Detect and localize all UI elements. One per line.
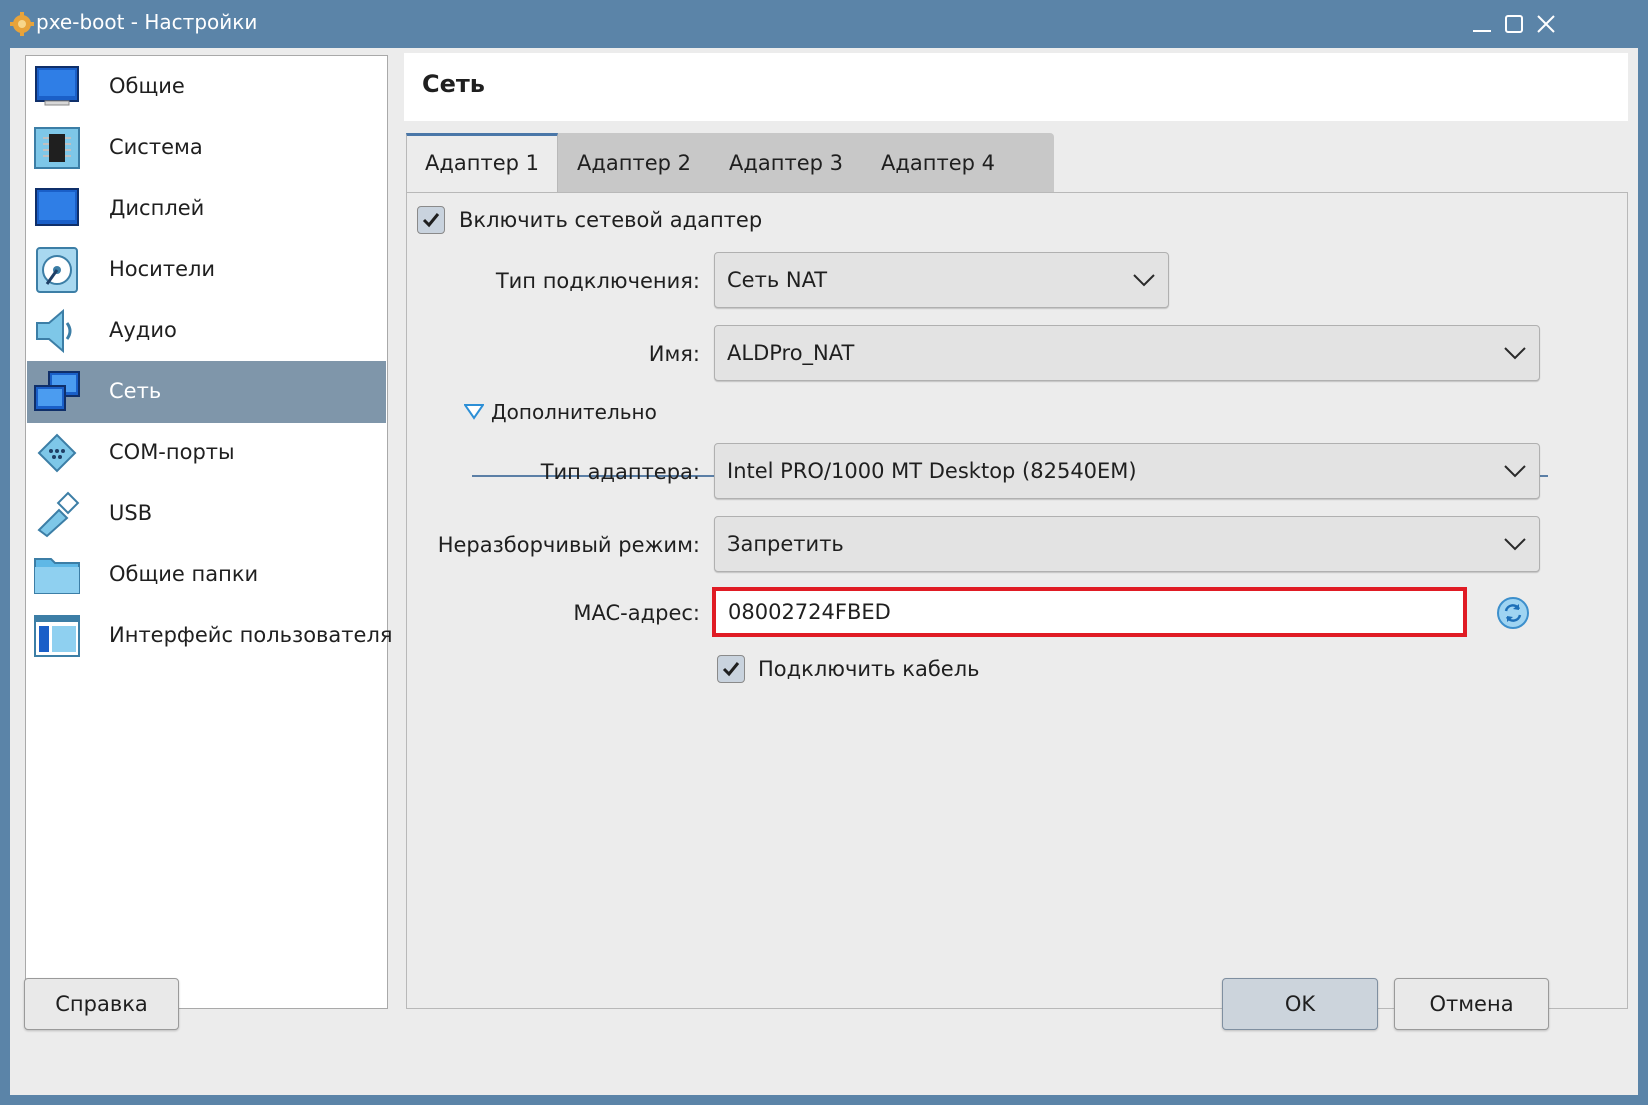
adapter-type-value: Intel PRO/1000 MT Desktop (82540EM) <box>727 459 1137 483</box>
cable-connected-label[interactable]: Подключить кабель <box>758 657 980 681</box>
page-title: Сеть <box>422 70 485 98</box>
tab-label: Адаптер 3 <box>728 151 843 175</box>
tab-adapter-3[interactable]: Адаптер 3 <box>710 133 862 193</box>
shared-folder-icon <box>34 558 80 594</box>
refresh-mac-icon[interactable] <box>1496 596 1530 630</box>
gear-icon <box>10 12 34 36</box>
close-icon[interactable] <box>1534 12 1558 36</box>
user-interface-icon <box>34 615 80 657</box>
tab-label: Адаптер 1 <box>424 151 539 175</box>
window-title: pxe-boot - Настройки <box>36 10 258 34</box>
name-label: Имя: <box>648 342 700 366</box>
enable-adapter-checkbox[interactable] <box>417 206 445 234</box>
sidebar-item-label: USB <box>109 501 153 525</box>
sidebar-item-shared-folders[interactable]: Общие папки <box>27 544 386 606</box>
sidebar-item-label: Дисплей <box>109 196 205 220</box>
chevron-down-icon <box>1504 538 1526 551</box>
adapter-type-label: Тип адаптера: <box>540 460 700 484</box>
sidebar-item-usb[interactable]: USB <box>27 483 386 545</box>
advanced-section-label[interactable]: Дополнительно <box>491 400 657 424</box>
sidebar-item-label: Носители <box>109 257 216 281</box>
name-value: ALDPro_NAT <box>727 341 855 365</box>
checkmark-icon <box>422 213 440 228</box>
tab-label: Адаптер 4 <box>880 151 995 175</box>
dialog-client: Общие Система Дисплей Носители Аудио Сет… <box>10 48 1638 1095</box>
page-header: Сеть <box>404 53 1628 121</box>
sidebar-item-serial-ports[interactable]: COM-порты <box>27 422 386 484</box>
promiscuous-mode-combo[interactable]: Запретить <box>714 516 1540 572</box>
storage-disk-icon <box>36 247 78 293</box>
chevron-down-icon <box>1133 274 1155 287</box>
maximize-icon[interactable] <box>1502 12 1526 36</box>
sidebar-item-system[interactable]: Система <box>27 117 386 179</box>
sidebar-item-label: COM-порты <box>109 440 235 464</box>
sidebar-item-general[interactable]: Общие <box>27 56 386 118</box>
sidebar-item-label: Аудио <box>109 318 177 342</box>
general-monitor-icon <box>35 66 79 106</box>
sidebar-item-audio[interactable]: Аудио <box>27 300 386 362</box>
tab-adapter-2[interactable]: Адаптер 2 <box>558 133 710 193</box>
sidebar-item-label: Общие папки <box>109 562 259 586</box>
attached-to-label: Тип подключения: <box>495 269 700 293</box>
network-icon <box>34 371 80 411</box>
sidebar-item-user-interface[interactable]: Интерфейс пользователя <box>27 605 393 667</box>
mac-address-input[interactable] <box>712 587 1467 637</box>
adapter-tabbar: Адаптер 1 Адаптер 2 Адаптер 3 Адаптер 4 <box>406 133 1054 194</box>
minimize-icon[interactable] <box>1470 12 1494 36</box>
enable-adapter-label[interactable]: Включить сетевой адаптер <box>459 208 762 232</box>
audio-speaker-icon <box>36 308 72 354</box>
adapter-type-combo[interactable]: Intel PRO/1000 MT Desktop (82540EM) <box>714 443 1540 499</box>
sidebar-item-storage[interactable]: Носители <box>27 239 386 301</box>
name-combo[interactable]: ALDPro_NAT <box>714 325 1540 381</box>
cable-connected-checkbox[interactable] <box>717 655 745 683</box>
attached-to-combo[interactable]: Сеть NAT <box>714 252 1169 308</box>
sidebar-item-label: Система <box>109 135 203 159</box>
triangle-down-icon[interactable] <box>464 404 484 420</box>
ok-button[interactable]: OK <box>1222 978 1378 1030</box>
help-button[interactable]: Справка <box>24 978 179 1030</box>
display-monitor-icon <box>35 188 79 226</box>
ok-button-label: OK <box>1284 992 1316 1016</box>
promiscuous-mode-value: Запретить <box>727 532 844 556</box>
mac-address-label: MAC-адрес: <box>573 601 700 625</box>
sidebar-item-display[interactable]: Дисплей <box>27 178 386 240</box>
tab-adapter-4[interactable]: Адаптер 4 <box>862 133 1014 193</box>
help-button-label: Справка <box>55 992 148 1016</box>
tab-label: Адаптер 2 <box>576 151 691 175</box>
sidebar-item-network[interactable]: Сеть <box>27 361 386 423</box>
cancel-button[interactable]: Отмена <box>1394 978 1549 1030</box>
chevron-down-icon <box>1504 465 1526 478</box>
cancel-button-label: Отмена <box>1429 992 1514 1016</box>
sidebar-item-label: Интерфейс пользователя <box>109 623 393 647</box>
attached-to-value: Сеть NAT <box>727 268 828 292</box>
sidebar-item-label: Общие <box>109 74 185 98</box>
system-chip-icon <box>34 127 80 169</box>
sidebar-item-label: Сеть <box>109 379 162 403</box>
serial-port-icon <box>37 433 77 473</box>
title-bar[interactable]: pxe-boot - Настройки <box>0 0 1648 48</box>
promiscuous-mode-label: Неразборчивый режим: <box>437 533 700 557</box>
checkmark-icon <box>722 662 740 677</box>
tab-adapter-1[interactable]: Адаптер 1 <box>406 133 558 194</box>
settings-sidebar: Общие Система Дисплей Носители Аудио Сет… <box>25 55 393 1009</box>
settings-window: pxe-boot - Настройки Общие Система Диспл… <box>0 0 1648 1105</box>
chevron-down-icon <box>1504 347 1526 360</box>
usb-icon <box>37 491 80 538</box>
